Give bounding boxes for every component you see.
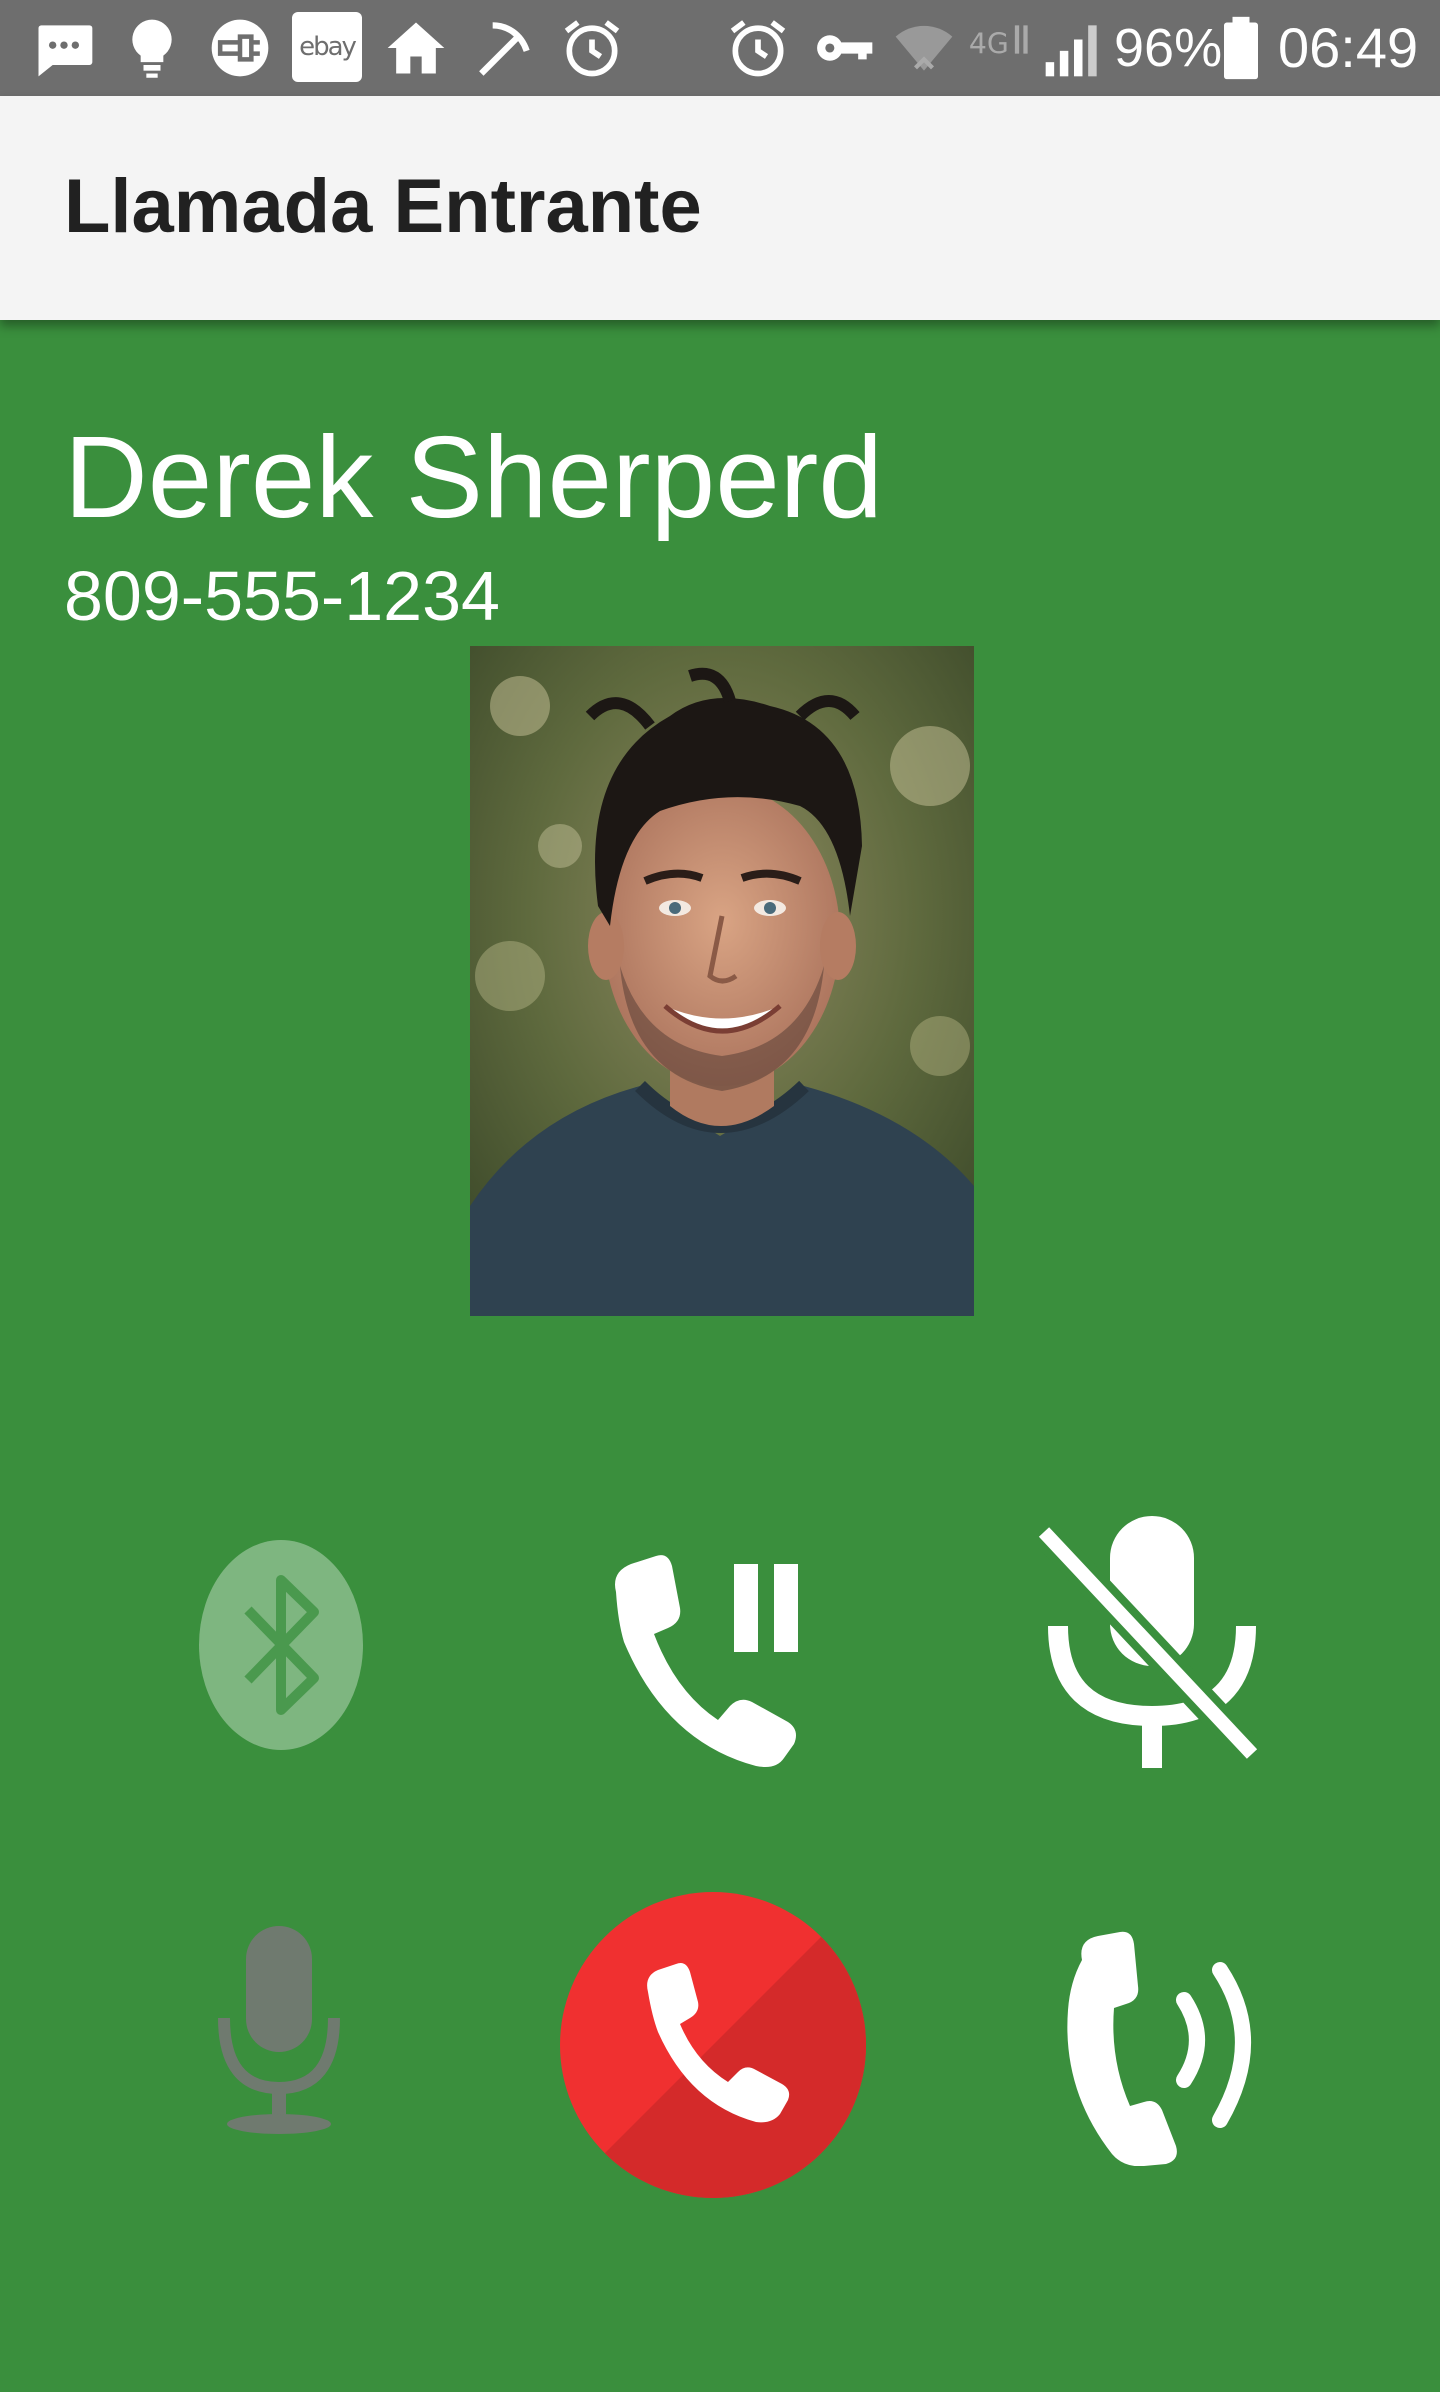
bluetooth-button[interactable] [196, 1538, 366, 1752]
status-time: 06:49 [1278, 16, 1419, 79]
end-call-button[interactable] [560, 1892, 866, 2198]
plug-icon [206, 14, 274, 82]
hold-call-button[interactable] [606, 1552, 806, 1768]
message-icon [30, 14, 98, 82]
speaker-button[interactable] [1052, 1930, 1272, 2166]
mute-microphone-icon [1038, 1516, 1258, 1768]
vpn-key-icon [810, 14, 878, 82]
mute-button[interactable] [1038, 1516, 1258, 1770]
alarm-icon [724, 14, 792, 82]
lightbulb-icon [118, 14, 186, 82]
caller-photo [470, 646, 974, 1316]
signal-icon [1040, 14, 1108, 82]
lte-icon: 4G [966, 14, 1034, 82]
bluetooth-icon [199, 1540, 363, 1750]
caller-name: Derek Sherperd [64, 412, 883, 542]
microphone-button[interactable] [214, 1926, 344, 2136]
app-bar: Llamada Entrante [0, 96, 1440, 320]
battery-icon [1218, 14, 1264, 82]
home-icon [382, 14, 450, 82]
battery-percent: 96% [1114, 18, 1223, 78]
pickaxe-icon [470, 14, 538, 82]
alarm-icon [558, 14, 626, 82]
status-bar: ebay 4G 96% 06:49 [0, 0, 1440, 96]
page-title: Llamada Entrante [64, 164, 702, 249]
hold-call-icon [615, 1555, 798, 1767]
microphone-icon [218, 1926, 340, 2134]
wifi-icon [890, 14, 958, 82]
end-call-icon [560, 1892, 866, 2198]
incoming-call-panel: Derek Sherperd 809-555-1234 [0, 320, 1440, 2392]
caller-number: 809-555-1234 [64, 557, 500, 635]
svg-text:4G: 4G [969, 28, 1009, 61]
speaker-call-icon [1067, 1931, 1251, 2166]
ebay-icon: ebay [292, 12, 362, 82]
